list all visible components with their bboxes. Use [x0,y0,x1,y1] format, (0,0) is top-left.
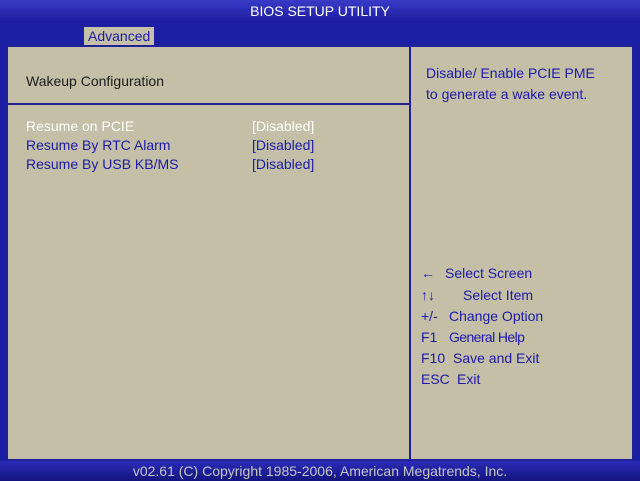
bios-title-bar: BIOS SETUP UTILITY [0,0,640,23]
main-panel: Wakeup Configuration Resume on PCIE [Dis… [6,45,634,461]
settings-pane: Wakeup Configuration Resume on PCIE [Dis… [6,45,411,461]
key-desc: Select Screen [445,265,533,281]
copyright-text: v02.61 (C) Copyright 1985-2006, American… [132,463,508,479]
help-pane: Disable/ Enable PCIE PME to generate a w… [411,45,634,461]
key-label: F10 [421,350,446,366]
section-title: Wakeup Configuration [26,73,165,89]
tab-row: Advanced [0,23,640,45]
left-arrow-icon: ← [421,265,435,281]
key-desc: Change Option [449,308,544,324]
option-label: Resume By RTC Alarm [26,137,171,153]
help-line-2: to generate a wake event. [426,86,588,102]
key-desc: General Help [449,329,525,345]
option-value[interactable]: [Disabled] [252,117,314,135]
up-down-arrow-icon: ↑↓ [421,287,435,303]
key-desc: Select Item [463,287,534,303]
key-desc: Exit [457,371,481,387]
status-bar: v02.61 (C) Copyright 1985-2006, American… [0,461,640,481]
key-desc: Save and Exit [453,350,540,366]
option-value[interactable]: [Disabled] [252,155,314,173]
option-label: Resume on PCIE [26,118,135,134]
key-label: +/- [421,308,438,324]
tab-advanced[interactable]: Advanced [84,27,155,45]
key-label: F1 [421,329,438,345]
option-value[interactable]: [Disabled] [252,136,314,154]
section-divider [8,103,411,105]
help-text: Disable/ Enable PCIE PME to generate a w… [426,63,626,105]
key-label: ESC [421,371,450,387]
option-label: Resume By USB KB/MS [26,156,179,172]
help-line-1: Disable/ Enable PCIE PME [426,65,595,81]
bios-title: BIOS SETUP UTILITY [250,3,390,19]
